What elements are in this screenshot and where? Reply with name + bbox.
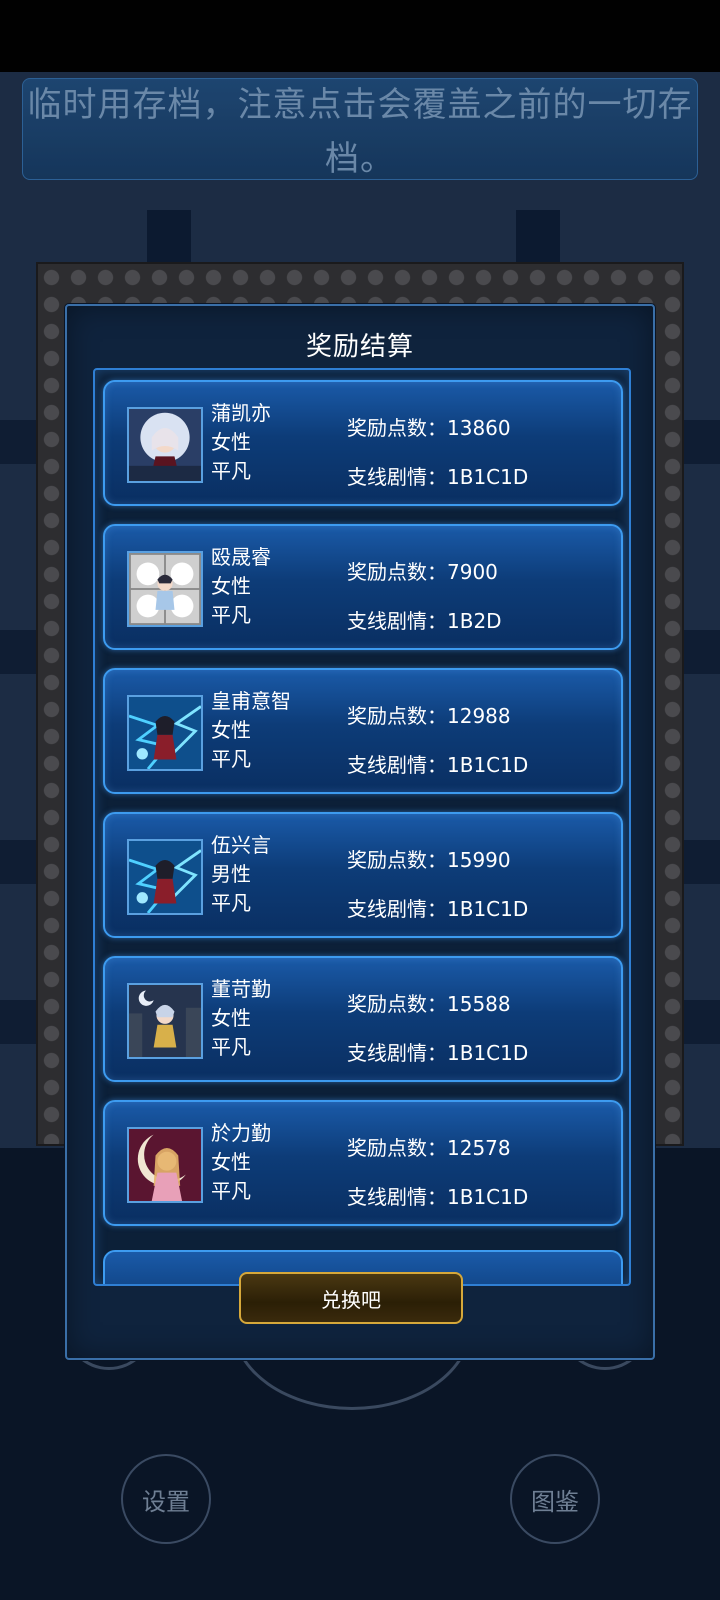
reward-stats: 奖励点数：15990 支线剧情：1B1C1D xyxy=(347,836,528,934)
settings-button[interactable]: 设置 xyxy=(121,1454,211,1544)
reward-card[interactable]: 蒲凯亦 女性 平凡 奖励点数：13860 支线剧情：1B1C1D xyxy=(103,380,623,506)
portrait-night-city-icon xyxy=(127,983,203,1059)
character-gender: 男性 xyxy=(211,862,251,886)
branch-label: 支线剧情： xyxy=(347,609,447,633)
character-name: 蒲凯亦 xyxy=(211,401,271,425)
reward-stats: 奖励点数：12578 支线剧情：1B1C1D xyxy=(347,1124,528,1222)
character-trait: 平凡 xyxy=(211,603,251,627)
branch-label: 支线剧情： xyxy=(347,1041,447,1065)
notice-text: 临时用存档，注意点击会覆盖之前的一切存档。 xyxy=(27,85,693,179)
points-value: 12988 xyxy=(447,704,511,728)
points-label: 奖励点数： xyxy=(347,416,447,440)
pillar xyxy=(516,210,560,262)
reward-stats: 奖励点数：13860 支线剧情：1B1C1D xyxy=(347,404,528,502)
side-stripe xyxy=(0,420,36,464)
character-name: 殴晟睿 xyxy=(211,545,271,569)
character-info: 殴晟睿 女性 平凡 xyxy=(211,543,271,630)
character-info: 於力勤 女性 平凡 xyxy=(211,1119,271,1206)
reward-stats: 奖励点数：7900 支线剧情：1B2D xyxy=(347,548,502,646)
points-value: 15990 xyxy=(447,848,511,872)
branch-value: 1B1C1D xyxy=(447,897,529,921)
character-name: 董苛勤 xyxy=(211,977,271,1001)
branch-label: 支线剧情： xyxy=(347,897,447,921)
character-info: 蒲凯亦 女性 平凡 xyxy=(211,399,271,486)
side-stripe xyxy=(684,840,720,884)
character-name: 伍兴言 xyxy=(211,833,271,857)
portrait-lightning-icon xyxy=(127,839,203,915)
reward-card[interactable]: 於力勤 女性 平凡 奖励点数：12578 支线剧情：1B1C1D xyxy=(103,1100,623,1226)
character-gender: 女性 xyxy=(211,574,251,598)
reward-settlement-modal: 奖励结算 蒲凯亦 女性 平凡 奖励点数：13860 支线剧情：1B1C1D 殴晟… xyxy=(65,304,655,1360)
branch-value: 1B1C1D xyxy=(447,1185,529,1209)
reward-list[interactable]: 蒲凯亦 女性 平凡 奖励点数：13860 支线剧情：1B1C1D 殴晟睿 女性 … xyxy=(93,368,631,1286)
portrait-crescent-moon-icon xyxy=(127,1127,203,1203)
side-stripe xyxy=(684,420,720,464)
reward-card[interactable]: 伍兴言 男性 平凡 奖励点数：15990 支线剧情：1B1C1D xyxy=(103,812,623,938)
character-gender: 女性 xyxy=(211,1006,251,1030)
character-name: 皇甫意智 xyxy=(211,689,291,713)
points-label: 奖励点数： xyxy=(347,1136,447,1160)
side-stripe xyxy=(684,630,720,674)
character-info: 皇甫意智 女性 平凡 xyxy=(211,687,291,774)
points-label: 奖励点数： xyxy=(347,992,447,1016)
branch-label: 支线剧情： xyxy=(347,465,447,489)
branch-value: 1B2D xyxy=(447,609,502,633)
character-gender: 女性 xyxy=(211,430,251,454)
reward-card[interactable]: 董苛勤 女性 平凡 奖励点数：15588 支线剧情：1B1C1D xyxy=(103,956,623,1082)
character-trait: 平凡 xyxy=(211,459,251,483)
reward-stats: 奖励点数：15588 支线剧情：1B1C1D xyxy=(347,980,528,1078)
points-value: 15588 xyxy=(447,992,511,1016)
points-value: 12578 xyxy=(447,1136,511,1160)
points-label: 奖励点数： xyxy=(347,560,447,584)
character-trait: 平凡 xyxy=(211,1179,251,1203)
side-stripe xyxy=(0,840,36,884)
branch-value: 1B1C1D xyxy=(447,753,529,777)
gallery-button[interactable]: 图鉴 xyxy=(510,1454,600,1544)
character-trait: 平凡 xyxy=(211,891,251,915)
portrait-cloud-girl-icon xyxy=(127,551,203,627)
points-label: 奖励点数： xyxy=(347,848,447,872)
points-value: 7900 xyxy=(447,560,498,584)
points-value: 13860 xyxy=(447,416,511,440)
modal-title: 奖励结算 xyxy=(305,332,414,362)
branch-label: 支线剧情： xyxy=(347,1185,447,1209)
side-stripe xyxy=(0,630,36,674)
portrait-lightning-icon xyxy=(127,695,203,771)
character-trait: 平凡 xyxy=(211,747,251,771)
points-label: 奖励点数： xyxy=(347,704,447,728)
character-info: 董苛勤 女性 平凡 xyxy=(211,975,271,1062)
reward-stats: 奖励点数：12988 支线剧情：1B1C1D xyxy=(347,692,528,790)
reward-card[interactable]: 皇甫意智 女性 平凡 奖励点数：12988 支线剧情：1B1C1D xyxy=(103,668,623,794)
character-gender: 女性 xyxy=(211,718,251,742)
side-stripe xyxy=(0,1000,36,1044)
character-trait: 平凡 xyxy=(211,1035,251,1059)
pillar xyxy=(147,210,191,262)
branch-value: 1B1C1D xyxy=(447,465,529,489)
top-status-bar xyxy=(0,0,720,72)
side-stripe xyxy=(684,1000,720,1044)
character-gender: 女性 xyxy=(211,1150,251,1174)
character-name: 於力勤 xyxy=(211,1121,271,1145)
portrait-moon-girl-icon xyxy=(127,407,203,483)
reward-card[interactable]: 殴晟睿 女性 平凡 奖励点数：7900 支线剧情：1B2D xyxy=(103,524,623,650)
exchange-button[interactable]: 兑换吧 xyxy=(239,1272,463,1324)
character-info: 伍兴言 男性 平凡 xyxy=(211,831,271,918)
branch-value: 1B1C1D xyxy=(447,1041,529,1065)
branch-label: 支线剧情： xyxy=(347,753,447,777)
